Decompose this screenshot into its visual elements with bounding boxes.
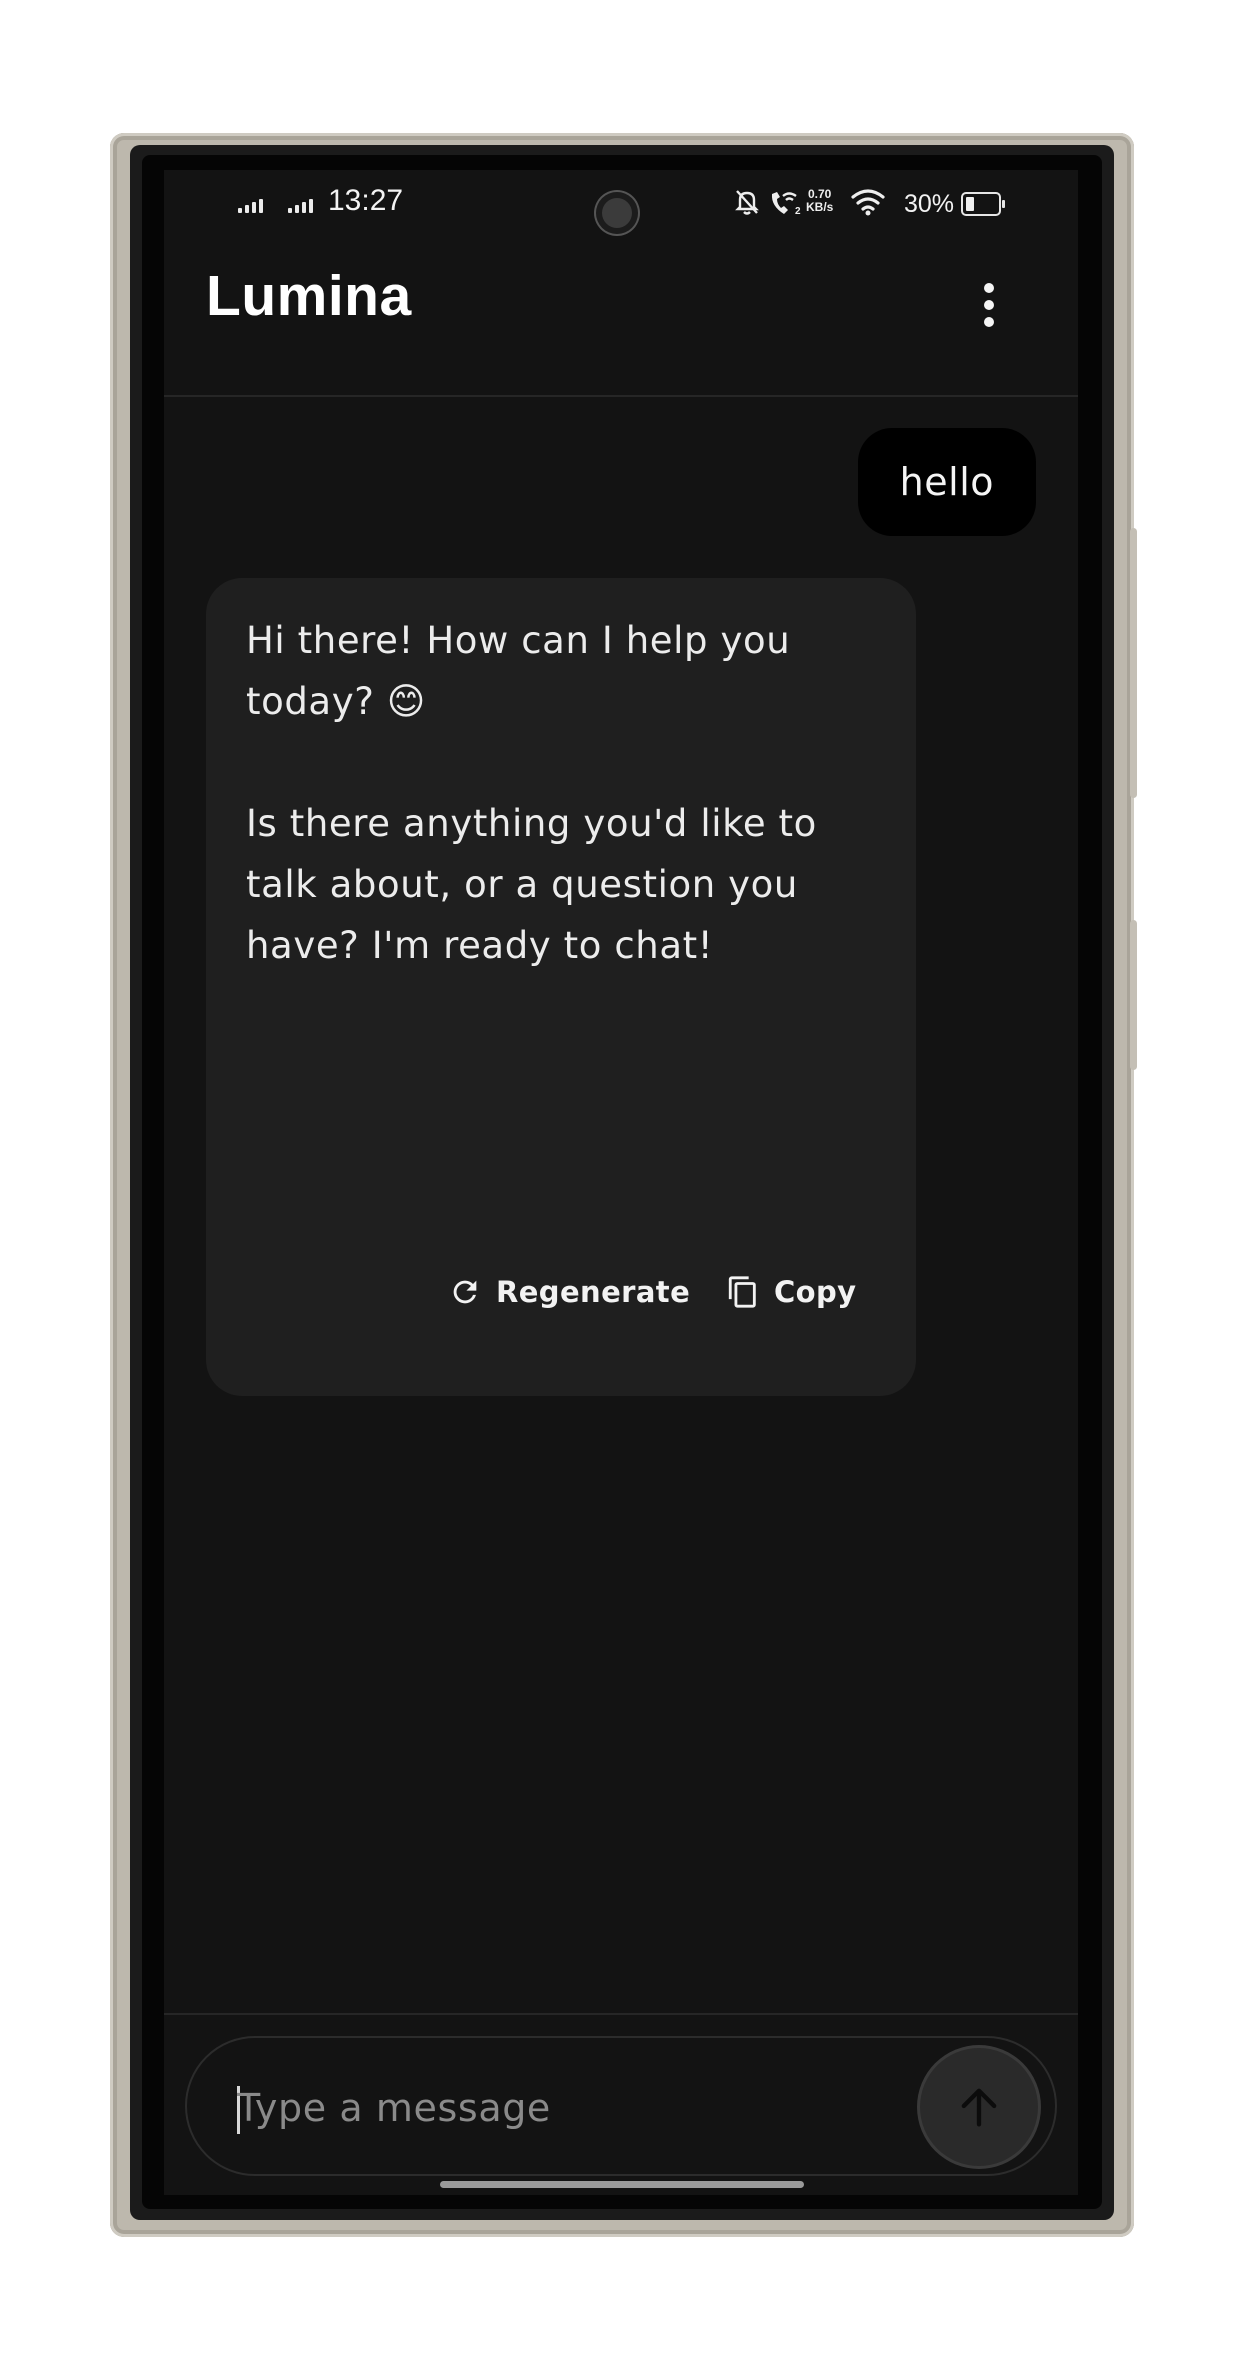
more-vertical-icon <box>984 283 994 293</box>
regenerate-label: Regenerate <box>496 1275 691 1309</box>
volume-button <box>1130 528 1137 798</box>
user-message-text: hello <box>899 460 994 504</box>
arrow-up-icon <box>961 2088 997 2127</box>
power-button <box>1130 920 1137 1070</box>
assistant-message-text: Hi there! How can I help you today? 😊 Is… <box>246 619 817 967</box>
status-bar: 13:27 2 0.70 KB/s 30% <box>164 170 1078 240</box>
assistant-message-bubble: Hi there! How can I help you today? 😊 Is… <box>206 578 916 1396</box>
composer-divider <box>164 2013 1078 2015</box>
battery-percent: 30% <box>904 190 955 218</box>
svg-text:2: 2 <box>795 206 801 217</box>
status-time: 13:27 <box>328 184 404 217</box>
network-speed-unit: KB/s <box>806 200 834 214</box>
copy-button[interactable]: Copy <box>726 1270 856 1314</box>
signal-icon <box>288 197 313 213</box>
wifi-icon <box>851 189 885 216</box>
copy-icon <box>728 1276 756 1308</box>
refresh-icon <box>453 1280 477 1304</box>
signal-icon <box>238 197 263 213</box>
message-input[interactable] <box>237 2078 877 2138</box>
user-message-bubble: hello <box>857 428 1036 536</box>
network-speed: 0.70 KB/s <box>806 188 833 214</box>
copy-label: Copy <box>774 1275 857 1309</box>
battery-icon <box>961 192 1005 216</box>
app-title: Lumina <box>206 264 412 328</box>
message-composer <box>185 2036 1057 2176</box>
app-bar-divider <box>164 395 1078 397</box>
regenerate-button[interactable]: Regenerate <box>448 1270 690 1314</box>
camera-cutout <box>596 192 638 234</box>
send-button[interactable] <box>920 2048 1038 2166</box>
mute-notifications-icon <box>735 190 759 215</box>
more-options-button[interactable] <box>964 270 1014 340</box>
wifi-calling-icon: 2 <box>771 192 801 217</box>
phone-screen: 13:27 2 0.70 KB/s 30% Lumina hello Hi th… <box>164 170 1078 2195</box>
home-indicator <box>440 2181 804 2188</box>
